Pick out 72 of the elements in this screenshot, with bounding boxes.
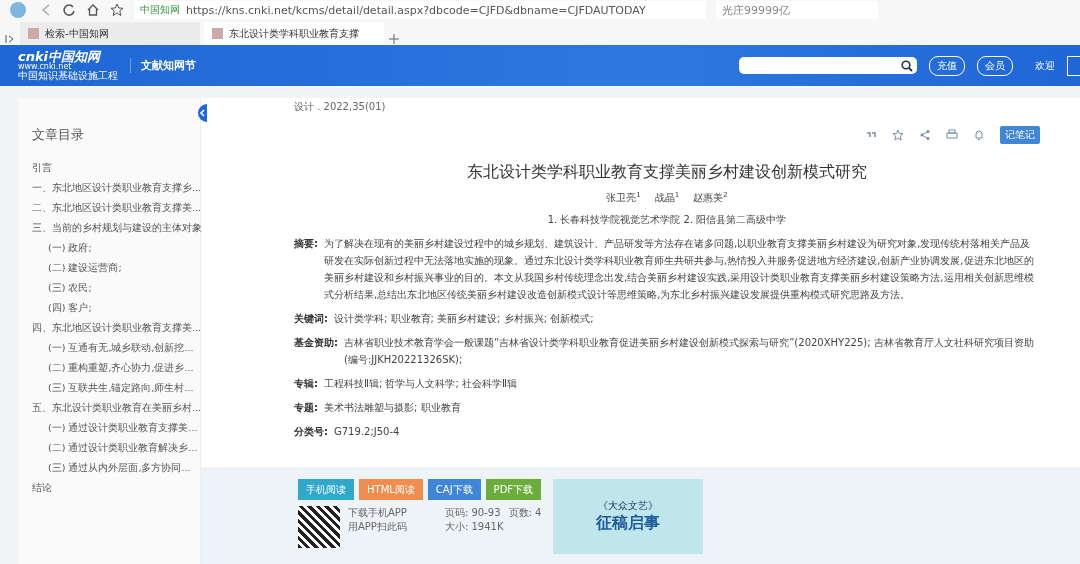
print-icon[interactable]: [946, 129, 958, 141]
affiliation-text: 1. 长春科技学院视觉艺术学院 2. 阳信县第二高级中学: [546, 213, 788, 228]
bell-icon[interactable]: [973, 129, 985, 141]
source-text: 设计 . 2022,35(01): [294, 100, 387, 114]
field-value: 吉林省职业技术教育学会一般课题“吉林省设计类学科职业教育促进美丽乡村建设创新模式探索与研究”(2020XHY225); 吉林省教育厅人文社科研究项目资助(编号:JJKH20221326SK);: [344, 336, 1035, 368]
field-value: 工程科技Ⅱ辑; 哲学与人文科学; 社会科学Ⅱ辑: [324, 377, 517, 392]
author-name[interactable]: 战晶$^{1}$: [654, 191, 680, 206]
author-name[interactable]: 张卫亮$^{1}$: [606, 191, 641, 206]
toc-item[interactable]: (三) 通过从内外层面,多方协同...: [32, 462, 191, 482]
browser-tab[interactable]: 检索-中国知网: [20, 22, 200, 45]
file-size: 大小: 1941K: [444, 520, 505, 534]
back-icon[interactable]: [40, 3, 52, 17]
search-field[interactable]: 光庄99999亿: [716, 1, 878, 19]
toc-item[interactable]: 结论: [32, 482, 52, 502]
url-text: https://kns.cnki.net/kcms/detail/detail.aspx?dbcode=CJFD&dbname=CJFDAUTODAY: [186, 3, 646, 17]
logo-tagline: 中国知识基础设施工程: [18, 71, 118, 81]
ad-banner[interactable]: 《大众文艺》 征稿启事: [553, 479, 704, 554]
toc-item[interactable]: 二、东北地区设计类职业教育支撑美...: [32, 202, 202, 222]
reload-icon[interactable]: [62, 3, 76, 17]
header-button[interactable]: 会员: [977, 55, 1013, 76]
field-label: 专题:: [294, 401, 318, 416]
page-range: 页码: 90-93: [444, 506, 501, 520]
toc-item[interactable]: (三) 农民;: [32, 282, 92, 302]
field-value: G719.2;J50-4: [334, 425, 400, 440]
ad-title: 征稿启事: [596, 513, 661, 534]
author-name[interactable]: 赵惠美$^{2}$: [693, 191, 728, 206]
toc-item[interactable]: (二) 重构重塑,齐心协力,促进乡...: [32, 362, 194, 382]
sidebar-title: 文章目录: [32, 126, 85, 144]
header-button[interactable]: 充值: [929, 55, 965, 76]
address-bar[interactable]: 中国知网 https://kns.cnki.net/kcms/detail/detail.aspx?dbcode=CJFD&dbname=CJFDAUTODAY: [134, 1, 706, 19]
section-title: 文献知网节: [130, 58, 196, 73]
home-icon[interactable]: [86, 3, 100, 17]
toc-item[interactable]: 四、东北地区设计类职业教育支撑美...: [32, 322, 202, 342]
toc-item[interactable]: 五、东北设计类职业教育在美丽乡村...: [32, 402, 202, 422]
field-value: 设计类学科; 职业教育; 美丽乡村建设; 乡村振兴; 创新模式;: [334, 312, 594, 327]
toc-item[interactable]: (一) 互通有无,城乡联动,创新挖...: [32, 342, 194, 362]
field-value: 为了解决在现有的美丽乡村建设过程中的城乡规划、建筑设计、产品研发等方法存在诸多问题,以职业教育支撑美丽乡村建设为研究对象,发现传统村落相关产品及研发在实际创新过程中无法落地实施的现象。通过东北设计类学科职业教育师生共研共参与,热情投入并服务促进地方经济建设,创新产业协调发展,促进东北地区的美丽乡村建设和乡村振兴事业的目的。本文从我国乡村传统理念出发,结合美丽乡村建设实践,采用设计类职业教育支撑美丽乡村建设策略方法,运用相关创新思维模式分析结果,总结出东北地区传统美丽乡村建设改造创新模式设计等思维策略,为东北乡村振兴建设发展提供重构模式研究思路及方法。: [324, 237, 1035, 303]
action-button[interactable]: CAJ下载: [427, 479, 481, 500]
search-icon[interactable]: [901, 59, 913, 72]
toc-item[interactable]: (四) 客户;: [32, 302, 92, 322]
search-text: 光庄99999亿: [722, 2, 790, 18]
field-label: 基金资助:: [294, 336, 338, 351]
header-search-field[interactable]: [739, 57, 917, 74]
browser-tab[interactable]: 东北设计类学科职业教育支撑: [204, 22, 384, 45]
toc-item[interactable]: (二) 建设运营商;: [32, 262, 122, 282]
article-title: 东北设计类学科职业教育支撑美丽乡村建设创新模式研究: [466, 162, 868, 183]
toc-item[interactable]: 一、东北地区设计类职业教育支撑乡...: [32, 182, 202, 202]
star-icon[interactable]: [110, 3, 124, 17]
field-label: 关键词:: [294, 312, 328, 327]
ad-magazine: 《大众文艺》: [598, 499, 659, 513]
toc-item[interactable]: (二) 通过设计类职业教育解决乡...: [32, 442, 198, 462]
toc-item[interactable]: 引言: [32, 162, 52, 182]
logo-url: www.cnki.net: [18, 63, 72, 71]
new-tab-icon[interactable]: [388, 33, 400, 45]
app-download-link[interactable]: 下载手机APP: [348, 506, 407, 520]
welcome-text: 欢迎: [1035, 58, 1055, 73]
toc-item[interactable]: 三、当前的乡村规划与建设的主体对象: [32, 222, 202, 242]
scan-hint: 用APP扫此码: [348, 520, 407, 534]
field-label: 分类号:: [294, 425, 328, 440]
field-label: 摘要:: [294, 237, 318, 252]
toc-item[interactable]: (一) 通过设计类职业教育支撑美...: [32, 422, 198, 442]
star-icon[interactable]: [892, 129, 904, 141]
field-label: 专辑:: [294, 377, 318, 392]
site-label: 中国知网: [140, 3, 180, 17]
share-icon[interactable]: [919, 129, 931, 141]
note-button[interactable]: 记笔记: [1000, 126, 1040, 144]
logo-text: cnki中国知网: [18, 50, 103, 63]
field-value: 美术书法雕塑与摄影; 职业教育: [324, 401, 461, 416]
sidebar-toggle-icon[interactable]: [4, 33, 16, 45]
page-count: 页数: 4: [508, 506, 542, 520]
toc-item[interactable]: (一) 政府;: [32, 242, 92, 262]
toc-item[interactable]: (三) 互联共生,锚定路向,师生村...: [32, 382, 194, 402]
